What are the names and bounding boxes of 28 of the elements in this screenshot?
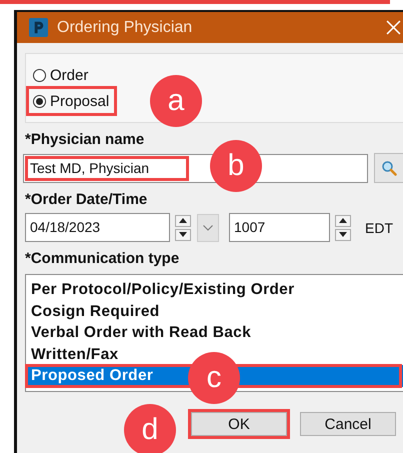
- time-field[interactable]: 1007: [229, 213, 330, 242]
- field-label: *Physician name: [25, 131, 146, 149]
- date-field[interactable]: 04/18/2023: [25, 213, 170, 242]
- field-label: *Order Date/Time: [25, 191, 148, 209]
- radio-label[interactable]: Proposal: [50, 92, 110, 110]
- list-item[interactable]: Cosign Required: [26, 300, 403, 322]
- down-arrow-icon: [339, 232, 347, 237]
- up-arrow-icon: [179, 218, 187, 223]
- timezone-label: EDT: [365, 220, 393, 236]
- radio-button[interactable]: [33, 94, 46, 108]
- close-icon[interactable]: [386, 20, 401, 35]
- list-item[interactable]: Per Protocol/Policy/Existing Order: [26, 279, 403, 300]
- chevron-down-icon: [203, 224, 213, 230]
- radio-button[interactable]: [33, 68, 46, 82]
- time-spinner[interactable]: [335, 214, 351, 240]
- dialog-button[interactable]: Cancel: [300, 412, 396, 436]
- down-arrow-icon: [179, 232, 187, 237]
- date-spinner[interactable]: [175, 214, 191, 240]
- list-item[interactable]: Verbal Order with Read Back: [26, 322, 403, 344]
- search-button[interactable]: [374, 153, 403, 183]
- radio-label[interactable]: Order: [50, 66, 88, 84]
- search-icon: [381, 160, 397, 176]
- calendar-dropdown-button[interactable]: [197, 214, 219, 242]
- dialog-button[interactable]: OK: [191, 412, 287, 436]
- field-label: *Communication type: [25, 250, 180, 268]
- window-title: Ordering Physician: [57, 18, 194, 36]
- app-icon: [29, 18, 48, 37]
- up-arrow-icon: [339, 218, 347, 223]
